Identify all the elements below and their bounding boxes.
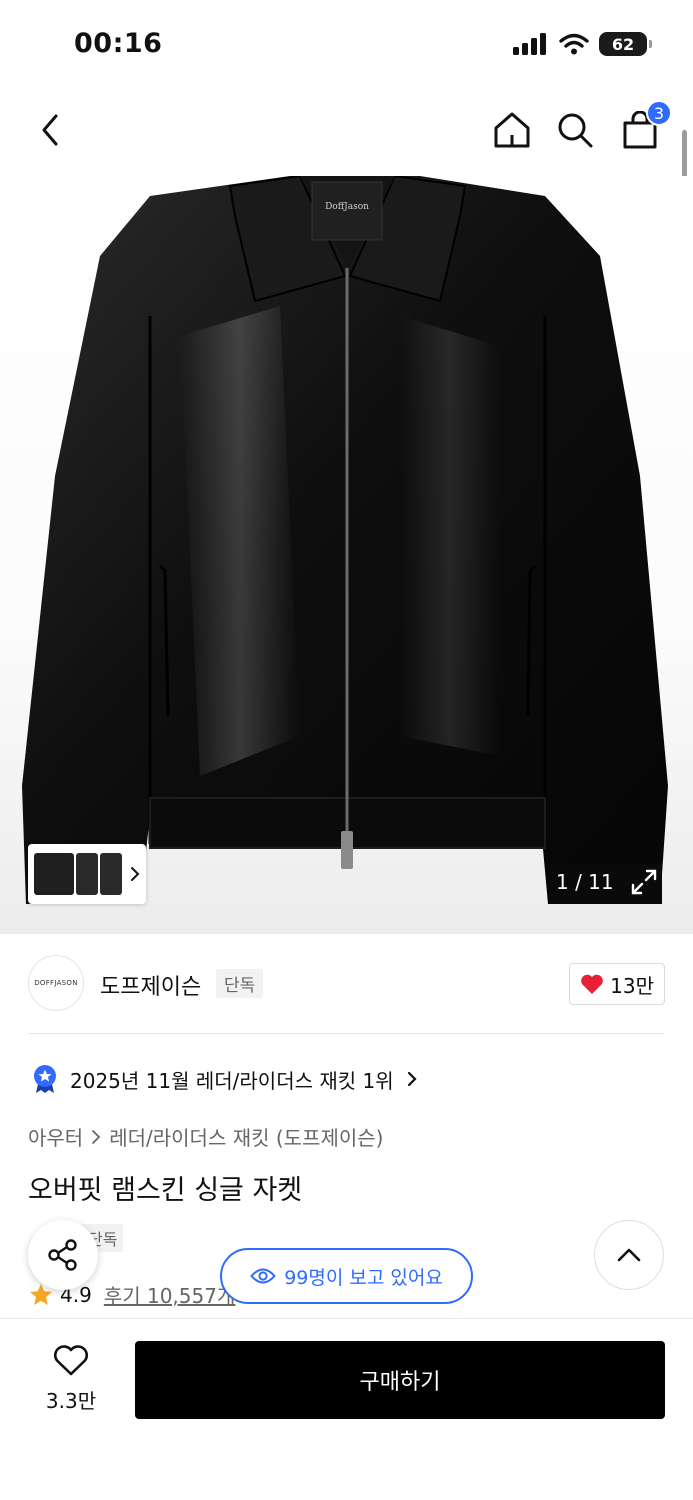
cart-button[interactable]: 3 [616, 100, 672, 154]
wishlist-count: 3.3만 [45, 1389, 97, 1413]
ranking-text: 2025년 11월 레더/라이더스 재킷 1위 [70, 1068, 394, 1093]
viewers-text: 99명이 보고 있어요 [284, 1266, 443, 1289]
heart-outline-icon [54, 1345, 88, 1376]
share-icon [48, 1239, 77, 1271]
thumbnail-image[interactable] [76, 853, 98, 895]
divider [28, 1033, 665, 1034]
collar-label: DoffJason [325, 202, 369, 212]
heart-filled-icon [581, 974, 603, 994]
search-icon [558, 113, 593, 148]
image-page-counter: 1 / 11 [556, 870, 614, 894]
ranking-row[interactable]: 2025년 11월 레더/라이더스 재킷 1위 [32, 1064, 418, 1094]
home-icon [494, 112, 530, 148]
battery-icon: 62 [599, 32, 652, 56]
expand-button[interactable] [630, 868, 658, 900]
chevron-right-icon [407, 1071, 417, 1087]
buy-button[interactable]: 구매하기 [135, 1341, 665, 1419]
chevron-right-icon [92, 1129, 101, 1144]
chevron-up-icon [617, 1248, 641, 1262]
back-button[interactable] [26, 106, 74, 154]
product-image-gallery[interactable]: DoffJason 1 / 11 [0, 176, 693, 934]
eye-icon [250, 1268, 277, 1284]
ranking-badge-icon [34, 1065, 56, 1093]
breadcrumb-category[interactable]: 아우터 [28, 1122, 83, 1151]
thumbnail-image[interactable] [100, 853, 122, 895]
chevron-right-icon [131, 867, 140, 881]
brand-like-button[interactable]: 13만 [569, 963, 665, 1005]
status-bar: 00:16 62 [0, 0, 693, 92]
thumbnail-strip[interactable] [28, 844, 146, 904]
exclusive-tag: 단독 [216, 969, 264, 998]
breadcrumb: 아우터 레더/라이더스 재킷 (도프제이슨) [28, 1122, 383, 1151]
expand-icon [631, 869, 657, 895]
signal-icon [513, 33, 546, 55]
chevron-left-icon [42, 114, 58, 146]
review-link[interactable]: 후기 10,557개 [104, 1280, 236, 1309]
viewers-pill[interactable]: 99명이 보고 있어요 [220, 1248, 473, 1304]
wishlist-button[interactable]: 3.3만 [34, 1345, 108, 1414]
brand-like-count: 13만 [610, 973, 654, 998]
jacket-image: DoffJason [22, 176, 668, 904]
home-button[interactable] [488, 106, 536, 154]
share-button[interactable] [28, 1220, 98, 1290]
thumbnail-image[interactable] [34, 853, 74, 895]
cart-count-badge: 3 [646, 100, 672, 126]
status-time: 00:16 [74, 28, 163, 59]
brand-logo[interactable]: DOFFJASON [28, 955, 84, 1011]
search-button[interactable] [551, 106, 599, 154]
product-title: 오버핏 램스킨 싱글 자켓 [28, 1175, 303, 1206]
brand-name[interactable]: 도프제이슨 [100, 969, 201, 1001]
scroll-to-top-button[interactable] [594, 1220, 664, 1290]
wifi-icon [559, 33, 589, 55]
nav-bar: 3 [0, 92, 693, 176]
breadcrumb-subcategory[interactable]: 레더/라이더스 재킷 (도프제이슨) [109, 1122, 383, 1151]
status-icons: 62 [513, 32, 652, 56]
bottom-action-bar: 3.3만 구매하기 [0, 1318, 693, 1500]
brand-row: DOFFJASON 도프제이슨 단독 13만 [28, 955, 665, 1011]
